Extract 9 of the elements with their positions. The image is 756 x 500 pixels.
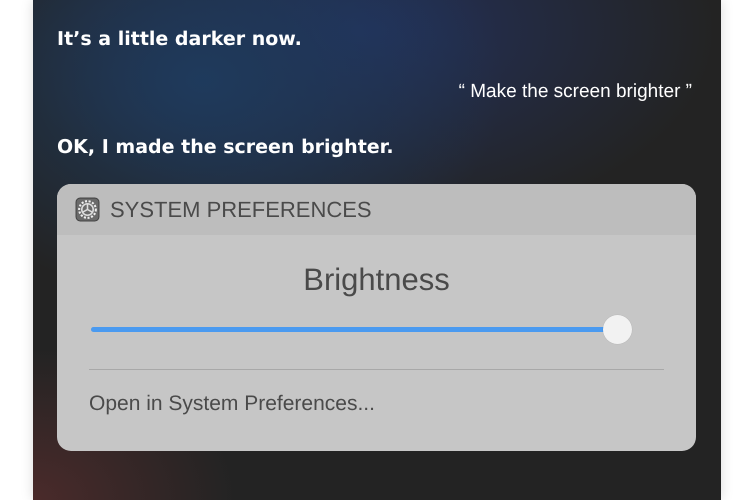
gear-icon — [75, 197, 100, 222]
open-preferences-link[interactable]: Open in System Preferences... — [89, 392, 375, 416]
setting-title: Brightness — [303, 262, 450, 298]
siri-reply: It’s a little darker now. — [57, 28, 302, 50]
user-request: “ Make the screen brighter ” — [458, 81, 692, 103]
brightness-slider[interactable] — [91, 315, 632, 344]
app-title: SYSTEM PREFERENCES — [110, 196, 372, 222]
slider-thumb[interactable] — [603, 315, 632, 344]
siri-reply: OK, I made the screen brighter. — [57, 136, 394, 158]
